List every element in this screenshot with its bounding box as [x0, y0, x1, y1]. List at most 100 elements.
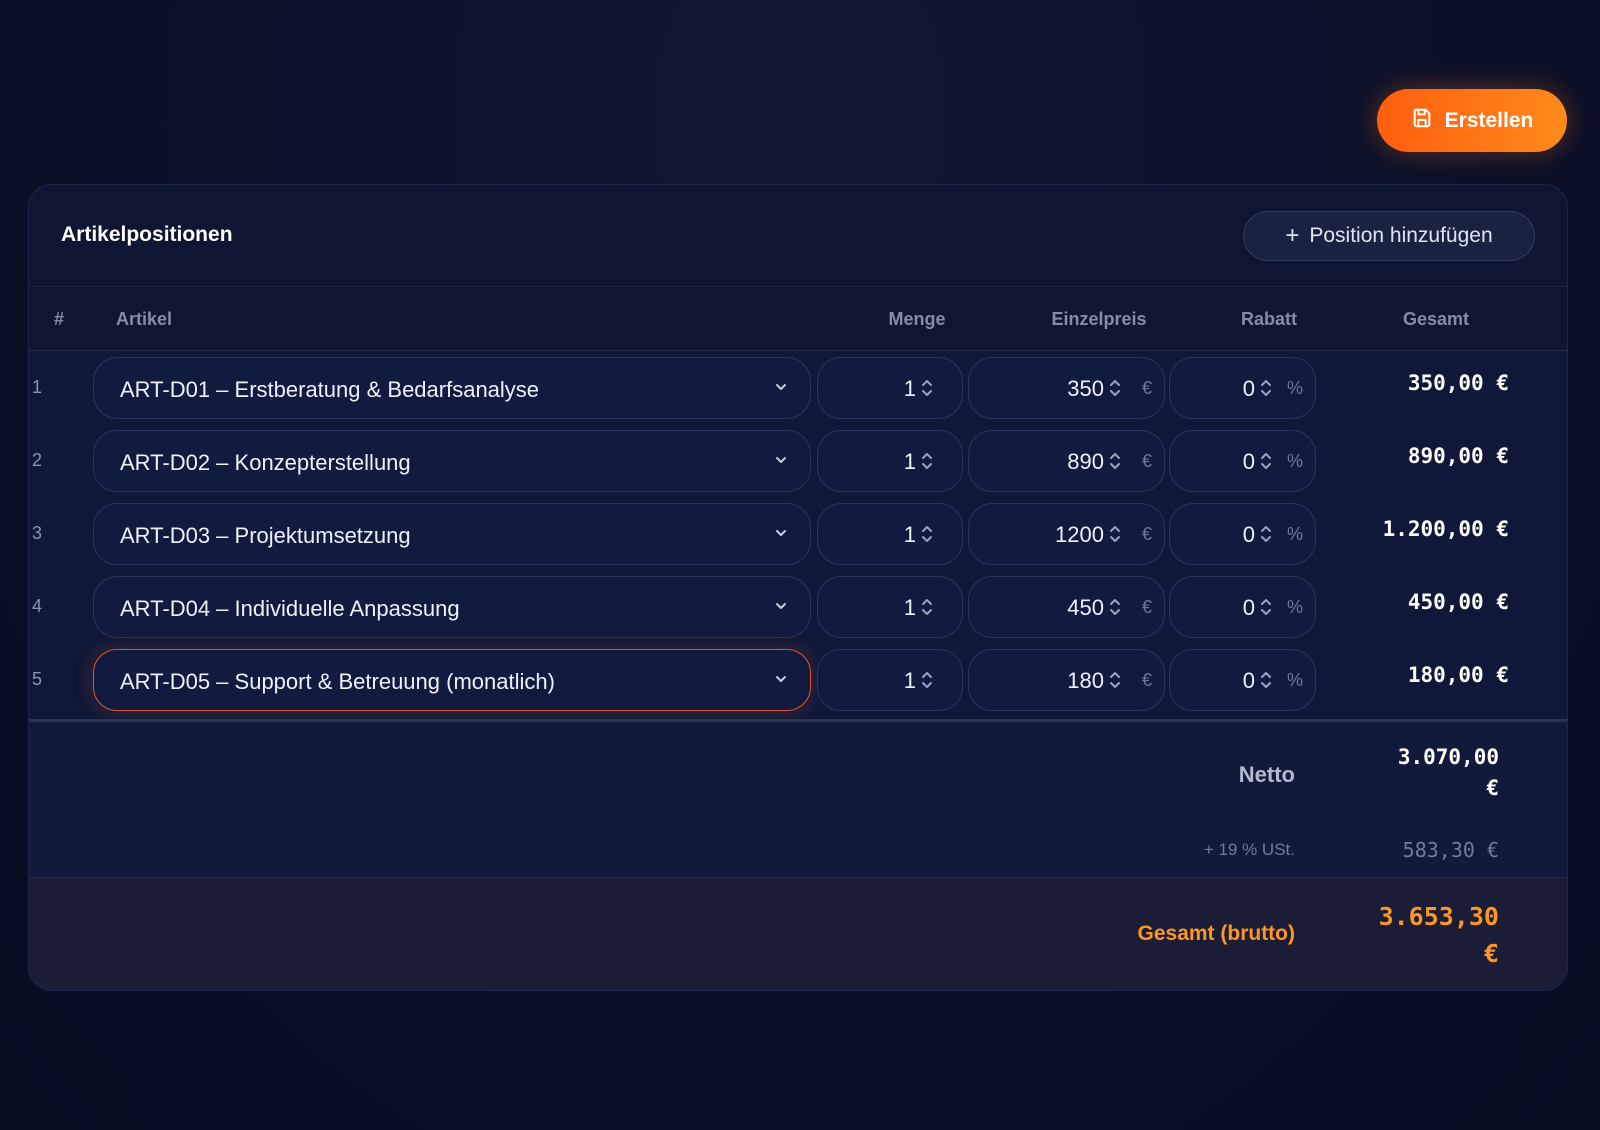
- discount-input[interactable]: 0 %: [1169, 649, 1316, 711]
- vat-value: 583,30 €: [1402, 838, 1499, 862]
- article-select[interactable]: ART-D01 – Erstberatung & Bedarfsanalyse: [93, 357, 811, 419]
- article-select[interactable]: ART-D03 – Projektumsetzung: [93, 503, 811, 565]
- add-position-label: Position hinzufügen: [1309, 224, 1493, 247]
- spinner-icon[interactable]: [920, 667, 934, 693]
- line-items-card: Artikelpositionen + Position hinzufügen …: [28, 184, 1568, 991]
- percent-unit: %: [1286, 597, 1303, 617]
- table-row: 2 ART-D02 – Konzepterstellung 1 890 € 0: [29, 424, 1567, 497]
- gross-label: Gesamt (brutto): [1137, 922, 1296, 945]
- spinner-icon[interactable]: [1108, 594, 1122, 620]
- chevron-down-icon: [776, 384, 786, 390]
- article-select-value: ART-D03 – Projektumsetzung: [120, 523, 411, 548]
- spinner-icon[interactable]: [1108, 667, 1122, 693]
- discount-value: 0: [1242, 522, 1255, 547]
- row-total: 350,00 €: [1407, 371, 1509, 395]
- column-header-num: #: [54, 309, 65, 329]
- article-select[interactable]: ART-D02 – Konzepterstellung: [93, 430, 811, 492]
- quantity-value: 1: [903, 522, 916, 547]
- summary-net: Netto 3.070,00 € + 19 % USt. 583,30 €: [29, 719, 1567, 879]
- discount-input[interactable]: 0 %: [1169, 357, 1316, 419]
- row-total: 1.200,00 €: [1382, 517, 1509, 541]
- row-total: 890,00 €: [1407, 444, 1509, 468]
- currency-unit: €: [1141, 451, 1152, 471]
- article-select-value: ART-D05 – Support & Betreuung (monatlich…: [120, 669, 555, 694]
- unit-price-input[interactable]: 450 €: [968, 576, 1165, 638]
- article-select-value: ART-D01 – Erstberatung & Bedarfsanalyse: [120, 377, 540, 402]
- table-row: 4 ART-D04 – Individuelle Anpassung 1 450…: [29, 570, 1567, 643]
- unit-price-value: 350: [1067, 376, 1104, 401]
- currency-unit: €: [1141, 378, 1152, 398]
- row-total: 450,00 €: [1407, 590, 1509, 614]
- percent-unit: %: [1286, 451, 1303, 471]
- quantity-value: 1: [903, 668, 916, 693]
- chevron-down-icon: [776, 603, 786, 609]
- row-number: 2: [32, 450, 43, 470]
- column-header-discount: Rabatt: [1240, 309, 1297, 329]
- add-position-button[interactable]: + Position hinzufügen: [1243, 211, 1535, 261]
- currency-unit: €: [1141, 670, 1152, 690]
- spinner-icon[interactable]: [1259, 375, 1273, 401]
- net-value-currency: €: [1486, 776, 1499, 800]
- page: Erstellen Artikelpositionen + Position h…: [0, 0, 1600, 1130]
- unit-price-value: 180: [1067, 668, 1104, 693]
- discount-input[interactable]: 0 %: [1169, 576, 1316, 638]
- spinner-icon[interactable]: [920, 594, 934, 620]
- net-value: 3.070,00 €: [1359, 742, 1499, 804]
- spinner-icon[interactable]: [1108, 521, 1122, 547]
- quantity-value: 1: [903, 595, 916, 620]
- gross-value-amount: 3.653,30: [1378, 902, 1499, 931]
- spinner-icon[interactable]: [1259, 448, 1273, 474]
- chevron-down-icon: [776, 676, 786, 682]
- quantity-stepper[interactable]: 1: [817, 649, 963, 711]
- spinner-icon[interactable]: [1259, 594, 1273, 620]
- article-select[interactable]: ART-D05 – Support & Betreuung (monatlich…: [93, 649, 811, 711]
- spinner-icon[interactable]: [1259, 667, 1273, 693]
- article-select-value: ART-D02 – Konzepterstellung: [120, 450, 411, 475]
- discount-value: 0: [1242, 595, 1255, 620]
- quantity-stepper[interactable]: 1: [817, 430, 963, 492]
- spinner-icon[interactable]: [1259, 521, 1273, 547]
- spinner-icon[interactable]: [1108, 375, 1122, 401]
- row-number: 3: [32, 523, 43, 543]
- quantity-value: 1: [903, 376, 916, 401]
- column-header-total: Gesamt: [1402, 309, 1470, 329]
- table-row: 3 ART-D03 – Projektumsetzung 1 1200 € 0: [29, 497, 1567, 570]
- unit-price-value: 450: [1067, 595, 1104, 620]
- discount-input[interactable]: 0 %: [1169, 503, 1316, 565]
- unit-price-input[interactable]: 180 €: [968, 649, 1165, 711]
- net-label: Netto: [1238, 762, 1295, 787]
- percent-unit: %: [1286, 524, 1303, 544]
- spinner-icon[interactable]: [920, 448, 934, 474]
- table-header: # Artikel Menge Einzelpreis Rabatt Gesam…: [29, 287, 1567, 351]
- row-number: 4: [32, 596, 43, 616]
- create-button[interactable]: Erstellen: [1377, 89, 1567, 152]
- article-select-value: ART-D04 – Individuelle Anpassung: [120, 596, 460, 621]
- quantity-stepper[interactable]: 1: [817, 503, 963, 565]
- spinner-icon[interactable]: [920, 375, 934, 401]
- discount-input[interactable]: 0 %: [1169, 430, 1316, 492]
- spinner-icon[interactable]: [920, 521, 934, 547]
- article-select[interactable]: ART-D04 – Individuelle Anpassung: [93, 576, 811, 638]
- column-header-unit-price: Einzelpreis: [1051, 309, 1147, 329]
- unit-price-input[interactable]: 350 €: [968, 357, 1165, 419]
- create-button-label: Erstellen: [1444, 108, 1534, 132]
- table-row: 1 ART-D01 – Erstberatung & Bedarfsanalys…: [29, 351, 1567, 424]
- table-row: 5 ART-D05 – Support & Betreuung (monatli…: [29, 643, 1567, 716]
- discount-value: 0: [1242, 376, 1255, 401]
- percent-unit: %: [1286, 670, 1303, 690]
- spinner-icon[interactable]: [1108, 448, 1122, 474]
- quantity-stepper[interactable]: 1: [817, 357, 963, 419]
- quantity-stepper[interactable]: 1: [817, 576, 963, 638]
- chevron-down-icon: [776, 457, 786, 463]
- net-value-amount: 3.070,00: [1397, 745, 1499, 769]
- chevron-down-icon: [776, 530, 786, 536]
- gross-value: 3.653,30 €: [1349, 898, 1499, 972]
- currency-unit: €: [1141, 524, 1152, 544]
- row-number: 5: [32, 669, 43, 689]
- unit-price-input[interactable]: 1200 €: [968, 503, 1165, 565]
- column-header-quantity: Menge: [888, 309, 946, 329]
- row-total: 180,00 €: [1407, 663, 1509, 687]
- gross-value-currency: €: [1483, 939, 1499, 968]
- unit-price-value: 1200: [1055, 522, 1104, 547]
- unit-price-input[interactable]: 890 €: [968, 430, 1165, 492]
